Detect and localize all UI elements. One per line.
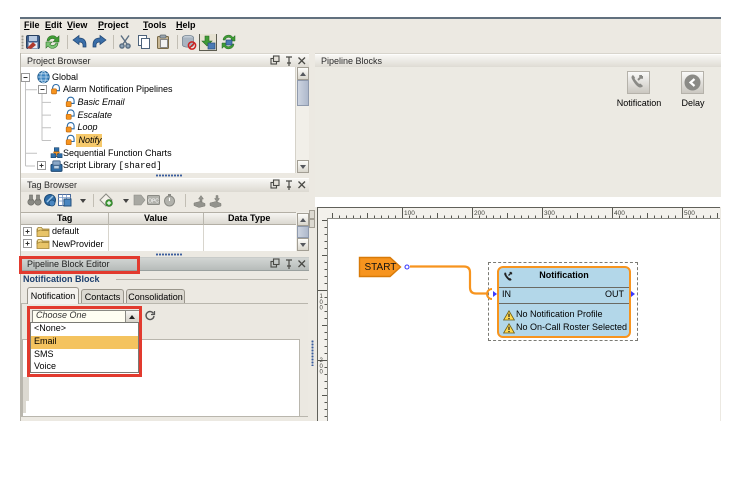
svg-text:200: 200 xyxy=(474,210,485,217)
svg-text:START: START xyxy=(365,262,397,273)
svg-text:OPC: OPC xyxy=(148,199,159,205)
svg-text:500: 500 xyxy=(684,210,695,217)
svg-text:100: 100 xyxy=(404,210,415,217)
svg-text:0: 0 xyxy=(320,306,324,312)
svg-text:400: 400 xyxy=(614,210,625,217)
svg-text:300: 300 xyxy=(544,210,555,217)
svg-text:0: 0 xyxy=(320,370,324,376)
